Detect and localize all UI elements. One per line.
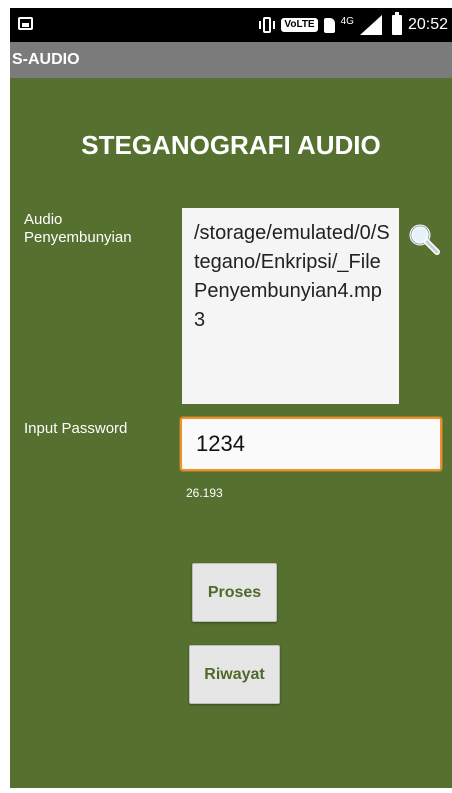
riwayat-button[interactable]: Riwayat — [189, 645, 280, 704]
image-notification-icon — [18, 17, 33, 30]
app-screen: VoLTE 4G 20:52 S-AUDIO STEGANOGRAFI AUDI… — [10, 8, 452, 788]
network-type: 4G — [340, 16, 354, 27]
audio-label: Audio Penyembunyian — [24, 211, 132, 246]
status-clock: 20:52 — [407, 16, 448, 33]
search-button[interactable] — [406, 221, 442, 257]
signal-strength-icon — [359, 15, 382, 35]
result-value: 26.193 — [186, 486, 223, 500]
status-bar: VoLTE 4G 20:52 — [10, 8, 452, 42]
app-title-bar: S-AUDIO — [10, 42, 452, 78]
proses-button[interactable]: Proses — [192, 563, 277, 622]
volte-badge: VoLTE — [281, 18, 318, 32]
battery-icon — [391, 12, 402, 35]
search-icon — [409, 224, 440, 255]
vibrate-icon — [259, 16, 276, 34]
app-title: S-AUDIO — [12, 51, 80, 68]
sim-card-icon — [323, 17, 335, 33]
password-input[interactable] — [180, 417, 442, 471]
password-label: Input Password — [24, 420, 128, 437]
page-heading: STEGANOGRAFI AUDIO — [81, 130, 381, 160]
audio-path-field[interactable]: /storage/emulated/0/Stegano/Enkripsi/_Fi… — [182, 208, 399, 404]
status-icons: VoLTE 4G 20:52 — [259, 8, 448, 42]
